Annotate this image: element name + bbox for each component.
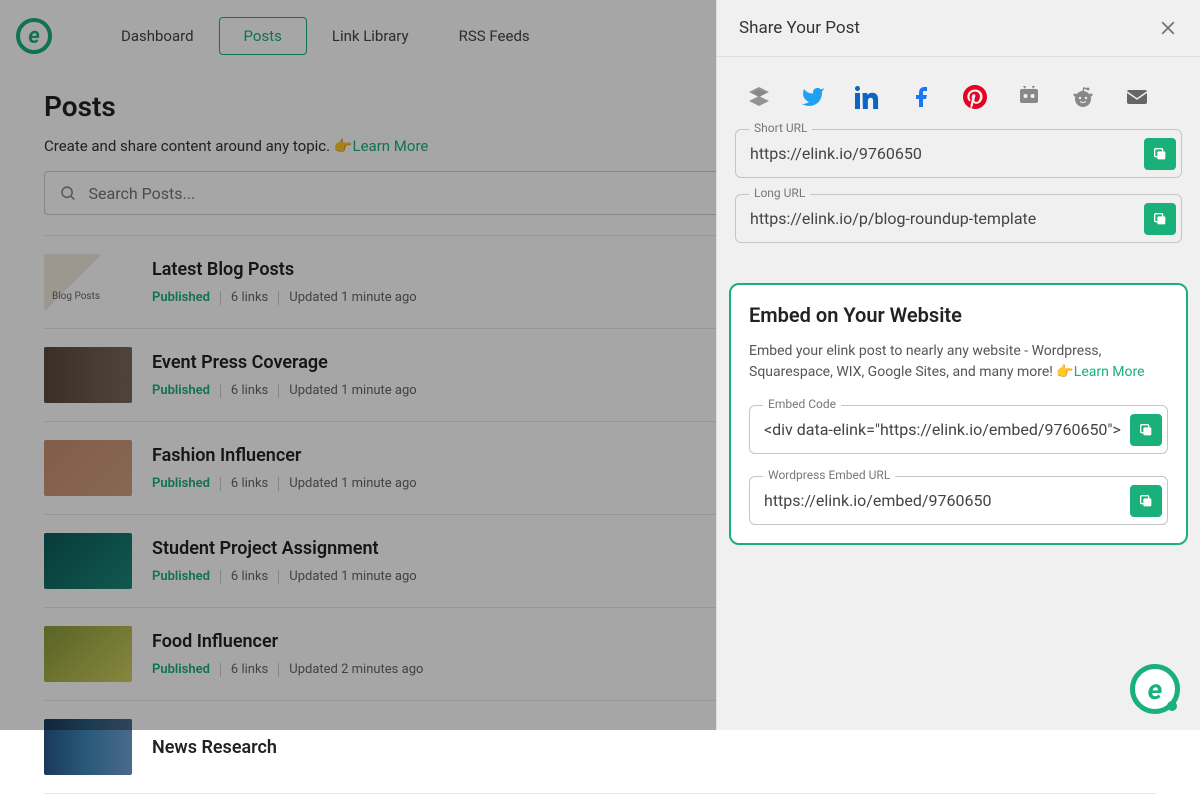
share-panel: Share Your Post Short URL https://elink.… xyxy=(716,0,1200,730)
copy-wordpress-url-button[interactable] xyxy=(1130,485,1162,517)
embed-learn-more-link[interactable]: Learn More xyxy=(1074,364,1145,380)
wordpress-url-field: Wordpress Embed URL https://elink.io/emb… xyxy=(749,476,1168,525)
pointer-icon: 👉 xyxy=(1056,362,1073,383)
copy-short-url-button[interactable] xyxy=(1144,138,1176,170)
short-url-value[interactable]: https://elink.io/9760650 xyxy=(735,129,1182,178)
pinterest-icon[interactable] xyxy=(963,85,987,109)
email-icon[interactable] xyxy=(1125,85,1149,109)
panel-header: Share Your Post xyxy=(717,0,1200,56)
copy-icon xyxy=(1152,146,1168,162)
copy-embed-code-button[interactable] xyxy=(1130,414,1162,446)
embed-title: Embed on Your Website xyxy=(749,303,1168,327)
embed-code-field: Embed Code <div data-elink="https://elin… xyxy=(749,405,1168,454)
copy-icon xyxy=(1138,422,1154,438)
social-share-row xyxy=(717,57,1200,129)
hootsuite-icon[interactable] xyxy=(1017,85,1041,109)
panel-title: Share Your Post xyxy=(739,18,860,38)
facebook-icon[interactable] xyxy=(909,85,933,109)
dim-overlay xyxy=(0,0,716,730)
twitter-icon[interactable] xyxy=(801,85,825,109)
post-title: News Research xyxy=(152,737,277,758)
short-url-field: Short URL https://elink.io/9760650 xyxy=(735,129,1182,178)
embed-section: Embed on Your Website Embed your elink p… xyxy=(729,283,1188,545)
copy-long-url-button[interactable] xyxy=(1144,203,1176,235)
linkedin-icon[interactable] xyxy=(855,85,879,109)
long-url-field: Long URL https://elink.io/p/blog-roundup… xyxy=(735,194,1182,243)
post-info: News Research xyxy=(152,737,277,758)
copy-icon xyxy=(1138,493,1154,509)
copy-icon xyxy=(1152,211,1168,227)
embed-description: Embed your elink post to nearly any webs… xyxy=(749,341,1168,383)
help-fab[interactable]: e xyxy=(1130,664,1180,714)
wordpress-url-value[interactable]: https://elink.io/embed/9760650 xyxy=(749,476,1168,525)
buffer-icon[interactable] xyxy=(747,85,771,109)
reddit-icon[interactable] xyxy=(1071,85,1095,109)
embed-code-value[interactable]: <div data-elink="https://elink.io/embed/… xyxy=(749,405,1168,454)
long-url-value[interactable]: https://elink.io/p/blog-roundup-template xyxy=(735,194,1182,243)
close-icon[interactable] xyxy=(1158,18,1178,38)
